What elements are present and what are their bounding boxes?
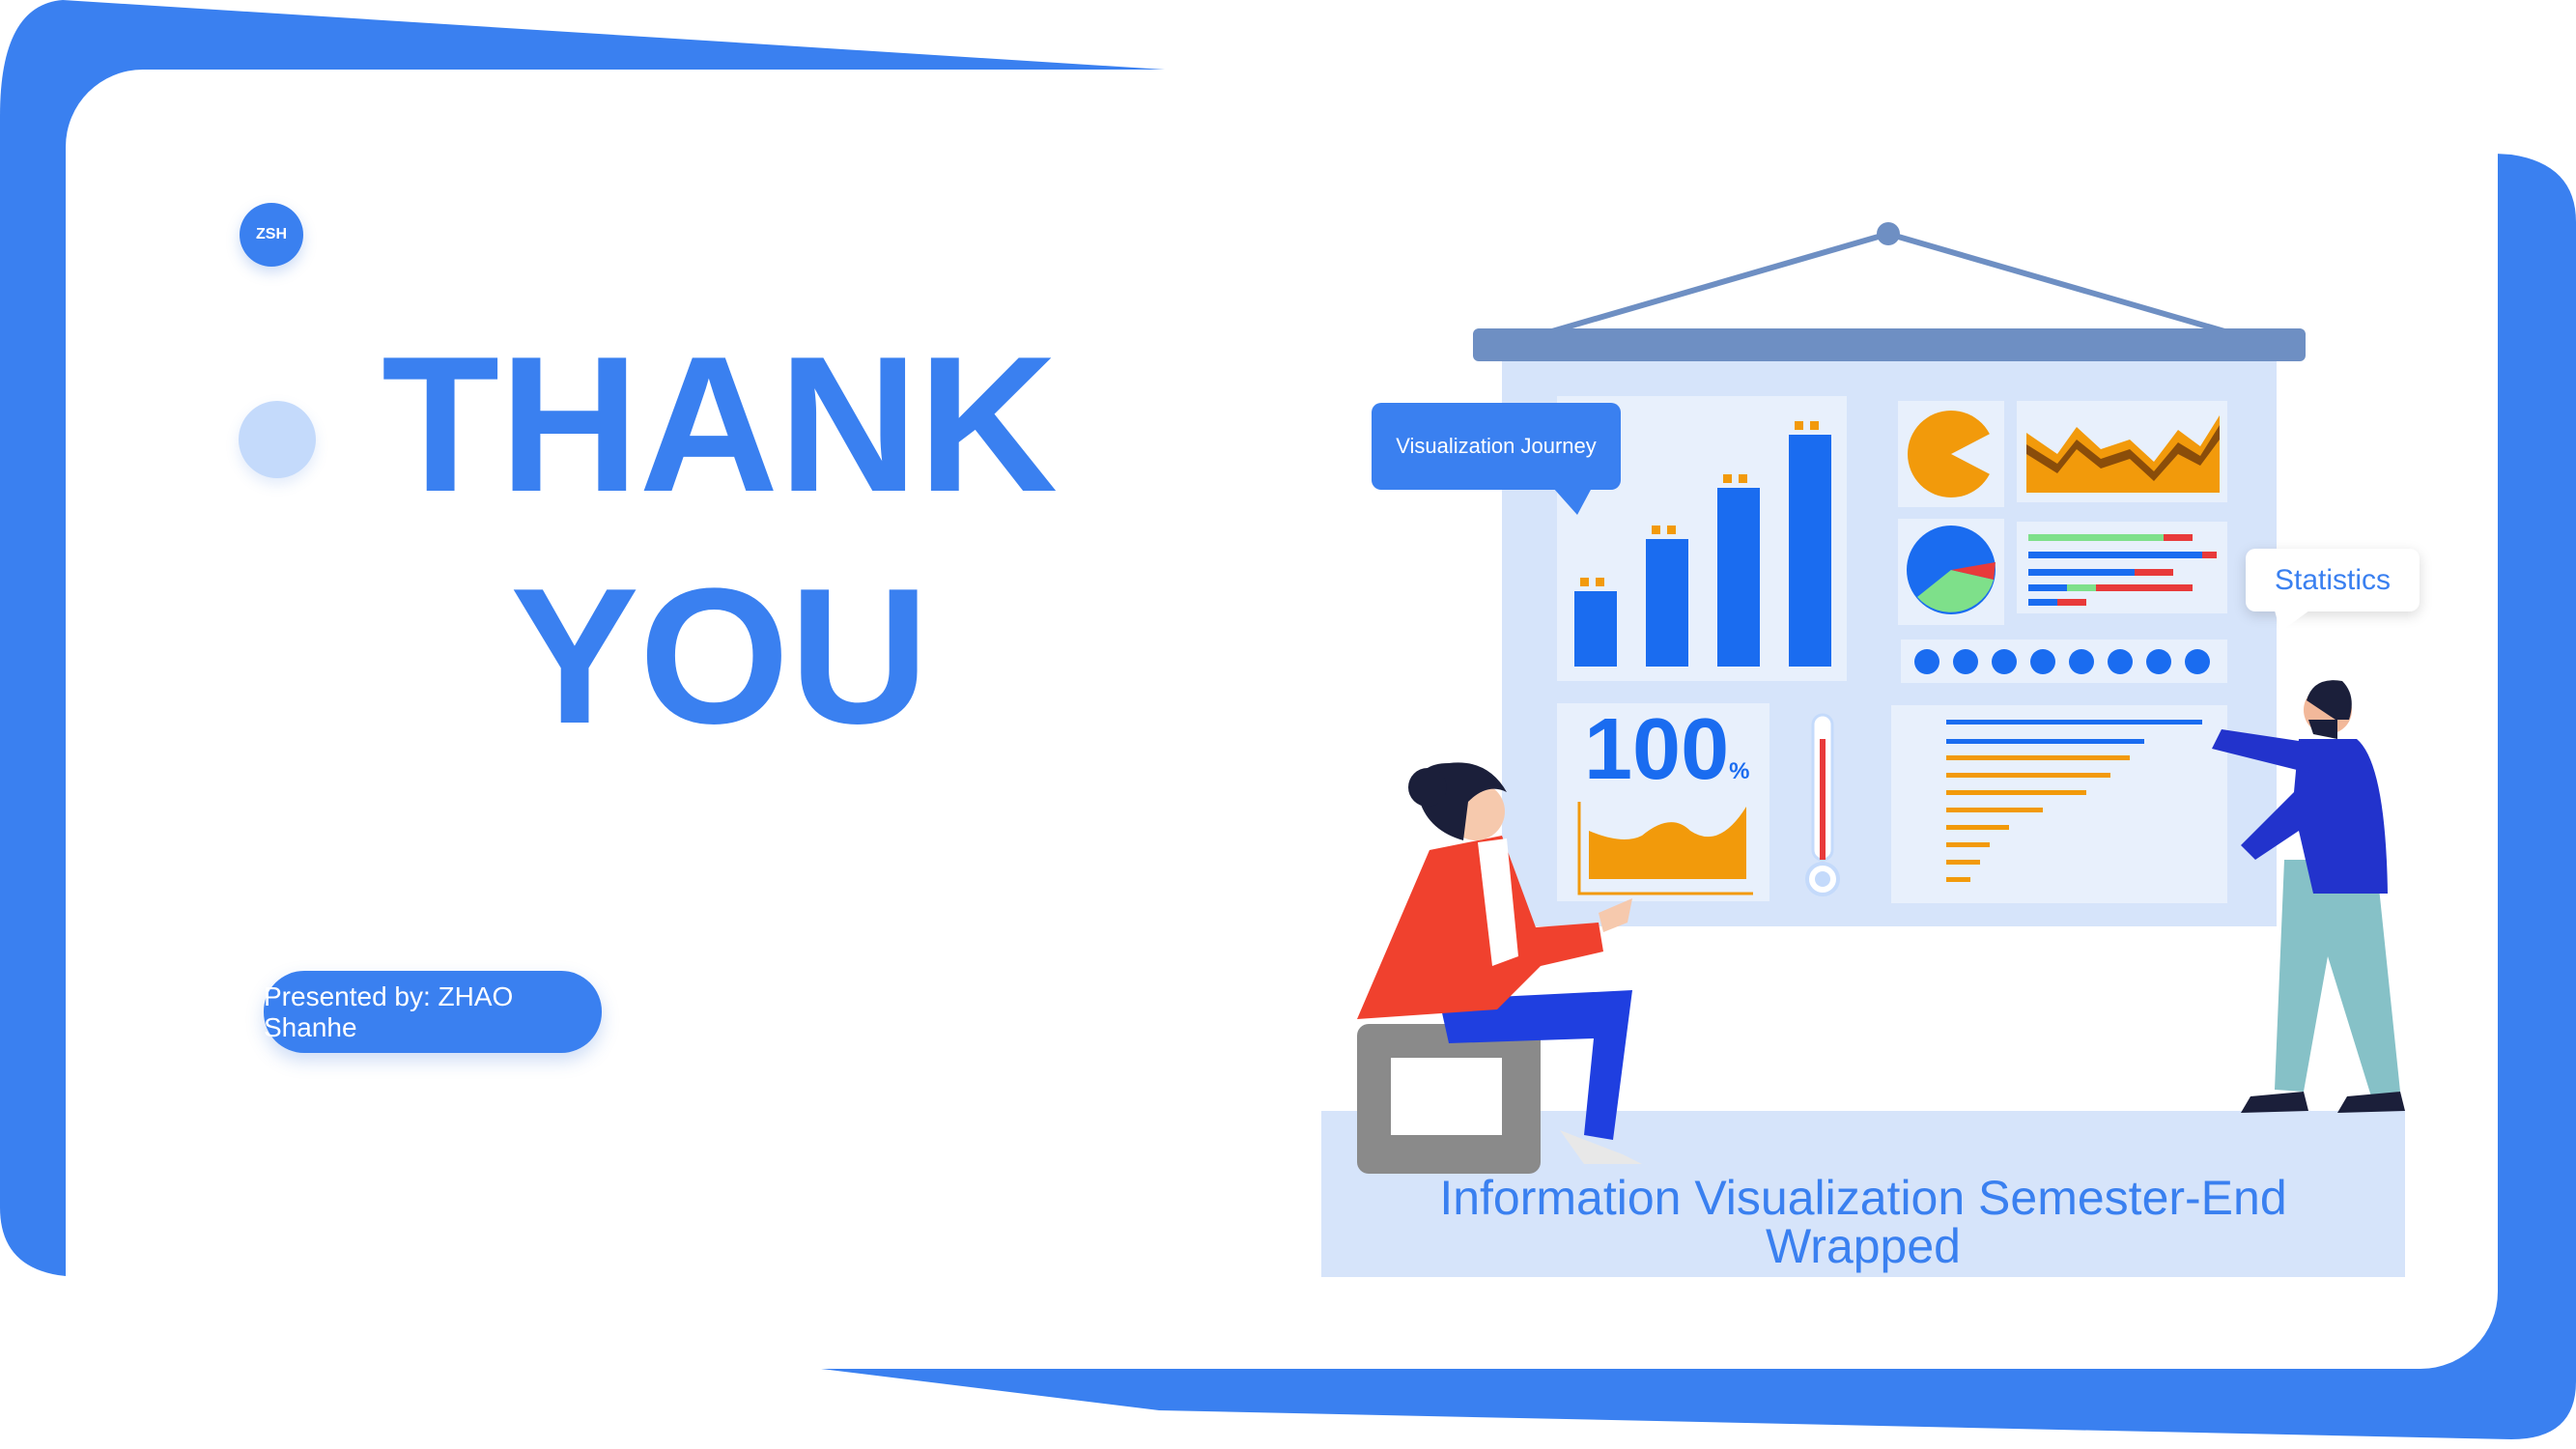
hbar-1 <box>1946 720 2202 724</box>
man-shoe-left <box>2241 1092 2308 1113</box>
bubble-visualization-journey: Visualization Journey <box>1372 403 1621 490</box>
hbar-4 <box>1946 773 2110 778</box>
hbar-10 <box>1946 877 1970 882</box>
hbar-5 <box>1946 790 2086 795</box>
stool-hole <box>1391 1058 1502 1135</box>
hanger-wire-left <box>1544 231 1889 336</box>
slide: ZSH THANK YOU Presented by: ZHAO Shanhe <box>0 0 2576 1449</box>
board-rail <box>1473 328 2306 361</box>
slide-subtitle: Information Visualization Semester-End W… <box>1321 1174 2405 1270</box>
thermometer-fill <box>1820 739 1826 860</box>
hanger-wire-right <box>1887 231 2232 336</box>
gauge-number: 100 <box>1584 701 1730 798</box>
hbar-6 <box>1946 808 2043 812</box>
bar-4 <box>1789 435 1831 667</box>
man-legs <box>2275 860 2400 1096</box>
bar-3 <box>1717 488 1760 667</box>
hbar-3 <box>1946 755 2130 760</box>
hbar-8 <box>1946 842 1990 847</box>
bubble-left-tail <box>1553 488 1592 515</box>
subtitle-line-1: Information Visualization Semester-End <box>1439 1171 2287 1225</box>
bubble-right-tail <box>2275 611 2309 632</box>
woman-bun <box>1408 768 1447 807</box>
dots-panel <box>1901 639 2227 683</box>
bubble-statistics-label: Statistics <box>2274 563 2392 596</box>
thermometer-bulb-core <box>1815 871 1830 887</box>
gauge-unit: % <box>1729 758 1750 784</box>
hbar-7 <box>1946 825 2009 830</box>
bar-2 <box>1646 539 1688 667</box>
gauge-value: 100% <box>1584 700 1750 800</box>
bubble-visualization-journey-label: Visualization Journey <box>1396 434 1597 458</box>
man-shoe-right <box>2337 1092 2405 1113</box>
man-beard <box>2308 720 2337 739</box>
hbar-panel <box>1891 705 2227 903</box>
bubble-statistics: Statistics <box>2246 549 2420 611</box>
subtitle-line-2: Wrapped <box>1766 1219 1961 1273</box>
hbar-9 <box>1946 860 1980 865</box>
hbar-2 <box>1946 739 2144 744</box>
hanger-pin <box>1877 222 1900 245</box>
bar-1 <box>1574 591 1617 667</box>
